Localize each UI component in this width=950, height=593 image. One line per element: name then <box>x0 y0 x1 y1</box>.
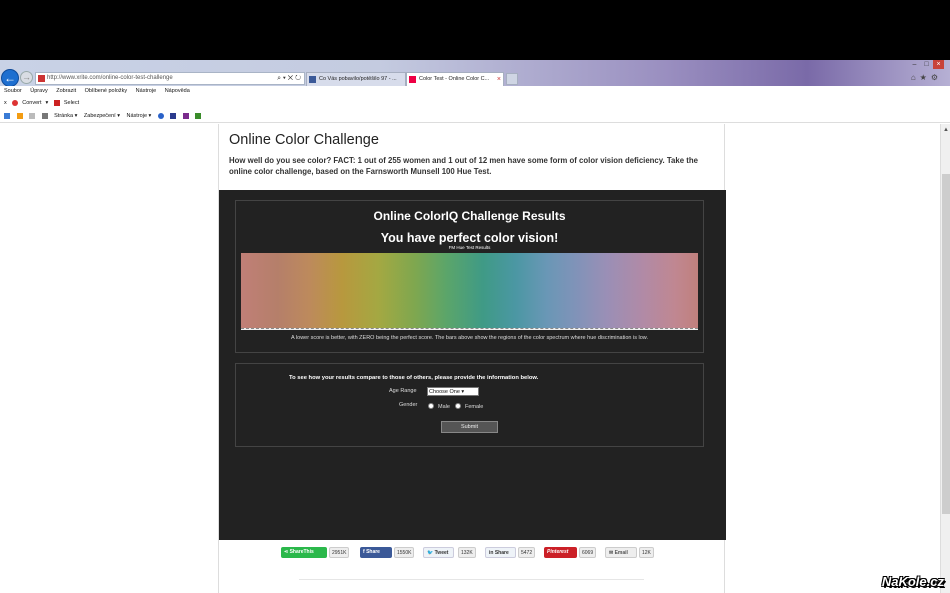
menu-item-nastroje[interactable]: Nástroje <box>136 88 156 94</box>
forward-button[interactable]: → <box>20 71 33 84</box>
minimize-icon[interactable]: – <box>909 60 920 69</box>
help-icon[interactable] <box>157 112 164 119</box>
results-title: Online ColorIQ Challenge Results <box>373 209 566 223</box>
favorites-bar: x Convert ▾ Select <box>0 97 950 109</box>
addon-icon[interactable] <box>170 112 177 119</box>
facebook-icon <box>309 76 316 83</box>
results-footnote: A lower score is better, with ZERO being… <box>291 335 648 341</box>
facebook-share-label: Share <box>366 549 380 555</box>
address-controls-icon[interactable]: ⌕ ▾ ✕ ↻ <box>277 73 301 84</box>
page-title: Online Color Challenge <box>229 132 379 148</box>
select-icon <box>53 99 60 106</box>
new-tab-button[interactable] <box>506 73 518 85</box>
results-subtitle: You have perfect color vision! <box>380 231 559 245</box>
results-panel: Online ColorIQ Challenge Results You hav… <box>235 200 704 353</box>
home-page-icon[interactable] <box>4 112 10 119</box>
menu-item-napoveda[interactable]: Nápověda <box>165 88 190 94</box>
sharethis-label: ShareThis <box>289 549 314 555</box>
tab-color-test[interactable]: Color Test - Online Color C... × <box>406 72 504 86</box>
maximize-icon[interactable]: □ <box>921 60 932 69</box>
scroll-up-icon[interactable]: ▲ <box>943 127 949 133</box>
window-controls: – □ × <box>908 60 944 69</box>
xrite-icon <box>409 76 416 83</box>
tab-label: Co Vás pobavilo/potěšilo 97 - ... <box>319 76 397 82</box>
age-range-label: Age Range <box>389 388 417 394</box>
tweet-button[interactable]: 🐦 Tweet <box>423 547 454 558</box>
compare-lead: To see how your results compare to those… <box>289 375 539 381</box>
convert-icon <box>12 99 19 106</box>
spectrum-baseline <box>241 328 698 330</box>
results-chart-label: FM Hue Test Results <box>448 245 491 250</box>
site-favicon-icon <box>38 75 45 82</box>
convert-button[interactable]: Convert <box>22 100 41 106</box>
menu-bar: Soubor Úpravy Zobrazit Oblíbené položky … <box>0 86 950 97</box>
address-bar[interactable]: http://www.xrite.com/online-color-test-c… <box>35 72 305 85</box>
female-label: Female <box>465 404 484 410</box>
address-text: http://www.xrite.com/online-color-test-c… <box>47 75 173 81</box>
sharethis-count: 2951K <box>329 547 350 558</box>
cmd-nastroje[interactable]: Nástroje ▾ <box>127 113 152 119</box>
onenote-icon[interactable] <box>182 112 189 119</box>
home-icon[interactable]: ⌂ <box>911 73 920 82</box>
page-scrollbar[interactable]: ▲ <box>940 124 950 593</box>
compare-panel: To see how your results compare to those… <box>235 363 704 447</box>
menu-item-upravy[interactable]: Úpravy <box>30 88 47 94</box>
cmd-stranka[interactable]: Stránka ▾ <box>54 113 77 119</box>
male-label: Male <box>438 404 450 410</box>
menu-item-oblibene[interactable]: Oblíbené položky <box>85 88 128 94</box>
pinterest-count: 6069 <box>579 547 597 558</box>
browser-nav-icons: ⌂★⚙ <box>911 73 942 82</box>
pinterest-label: Pinterest <box>547 549 569 555</box>
email-share-button[interactable]: ✉ Email <box>605 547 637 558</box>
mail-icon[interactable] <box>29 112 36 119</box>
submit-button[interactable]: Submit <box>441 421 498 433</box>
linkedin-share-label: Share <box>494 550 509 556</box>
male-radio[interactable] <box>428 403 434 409</box>
tab-close-icon[interactable]: × <box>497 73 501 86</box>
cmd-zabezpeceni[interactable]: Zabezpečení ▾ <box>84 113 120 119</box>
facebook-share-button[interactable]: f Share <box>360 547 392 558</box>
tweet-label: Tweet <box>434 550 449 556</box>
watermark-text: NaKole.cz <box>881 574 944 589</box>
favorites-star-icon[interactable]: ★ <box>920 73 931 82</box>
select-button[interactable]: Select <box>64 100 79 106</box>
tab-label: Color Test - Online Color C... <box>419 76 490 82</box>
content-divider <box>299 579 644 580</box>
menu-item-soubor[interactable]: Soubor <box>4 88 22 94</box>
tab-facebook[interactable]: Co Vás pobavilo/potěšilo 97 - ... <box>306 72 406 86</box>
addon-green-icon[interactable] <box>195 112 202 119</box>
tweet-count: 132K <box>458 547 476 558</box>
close-icon[interactable]: × <box>933 60 944 69</box>
email-count: 12K <box>639 547 654 558</box>
print-icon[interactable] <box>41 112 48 119</box>
linkedin-count: 5472 <box>518 547 536 558</box>
female-radio[interactable] <box>455 403 461 409</box>
back-button[interactable]: ← <box>1 69 19 87</box>
intro-text: How well do you see color? FACT: 1 out o… <box>229 156 698 176</box>
sharethis-button[interactable]: ⋖ ShareThis <box>281 547 327 558</box>
gender-label: Gender <box>399 402 418 408</box>
command-bar: Stránka ▾ Zabezpečení ▾ Nástroje ▾ <box>0 110 950 123</box>
web-page: Online Color Challenge How well do you s… <box>218 124 726 593</box>
scrollbar-thumb[interactable] <box>942 174 950 514</box>
pinterest-button[interactable]: Pinterest <box>544 547 577 558</box>
favbar-close-icon[interactable]: x <box>4 100 7 106</box>
age-range-select[interactable]: Choose One ▾ <box>427 387 479 396</box>
menu-item-zobrazit[interactable]: Zobrazit <box>56 88 76 94</box>
settings-gear-icon[interactable]: ⚙ <box>931 73 942 82</box>
rss-icon[interactable] <box>16 112 23 119</box>
facebook-count: 1550K <box>394 547 415 558</box>
challenge-area: Online ColorIQ Challenge Results You hav… <box>219 190 726 540</box>
hue-spectrum-chart <box>241 253 698 330</box>
black-top-area <box>0 0 950 60</box>
linkedin-share-button[interactable]: in Share <box>485 547 516 558</box>
email-label: Email <box>614 550 628 556</box>
